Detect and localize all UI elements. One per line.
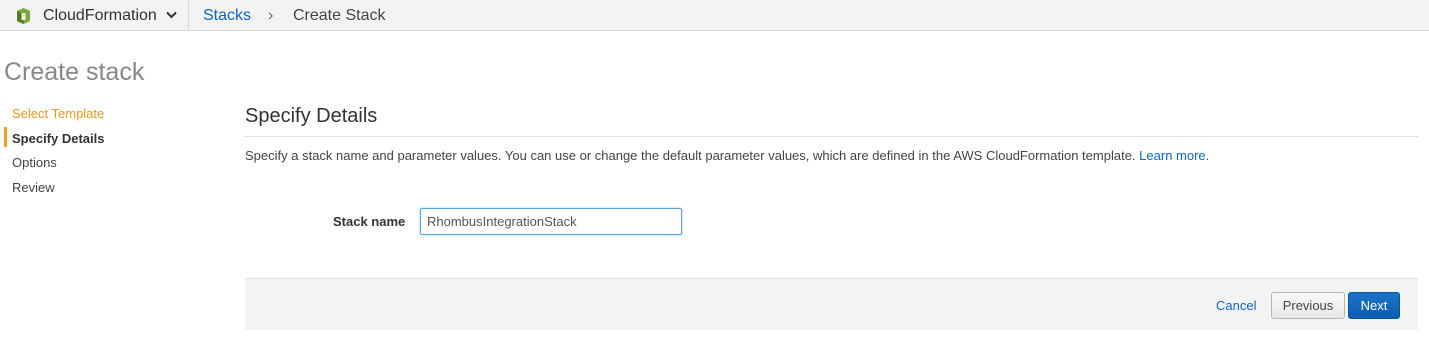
learn-more-link[interactable]: Learn more. bbox=[1139, 148, 1209, 163]
top-navigation-bar: CloudFormation Stacks › Create Stack bbox=[0, 0, 1429, 31]
breadcrumb-stacks-link[interactable]: Stacks bbox=[203, 7, 251, 25]
cloudformation-icon bbox=[17, 8, 30, 24]
chevron-down-icon bbox=[166, 11, 177, 19]
stack-name-input[interactable] bbox=[420, 208, 682, 235]
step-select-template[interactable]: Select Template bbox=[12, 106, 104, 121]
service-menu[interactable]: CloudFormation bbox=[0, 0, 189, 31]
breadcrumb-separator: › bbox=[268, 7, 274, 24]
section-description: Specify a stack name and parameter value… bbox=[245, 148, 1209, 163]
description-text: Specify a stack name and parameter value… bbox=[245, 148, 1136, 163]
active-step-indicator bbox=[4, 127, 7, 147]
service-name: CloudFormation bbox=[43, 7, 157, 24]
previous-button[interactable]: Previous bbox=[1271, 292, 1345, 319]
next-button[interactable]: Next bbox=[1348, 292, 1400, 319]
section-title: Specify Details bbox=[245, 105, 378, 127]
section-divider bbox=[245, 136, 1418, 137]
step-specify-details[interactable]: Specify Details bbox=[12, 131, 105, 146]
stack-name-label: Stack name bbox=[333, 214, 406, 229]
step-review[interactable]: Review bbox=[12, 180, 55, 195]
breadcrumb-current: Create Stack bbox=[293, 7, 386, 24]
cancel-link[interactable]: Cancel bbox=[1216, 298, 1256, 313]
wizard-footer: Cancel Previous Next bbox=[245, 278, 1418, 330]
page-title: Create stack bbox=[4, 58, 145, 86]
step-options[interactable]: Options bbox=[12, 155, 57, 170]
